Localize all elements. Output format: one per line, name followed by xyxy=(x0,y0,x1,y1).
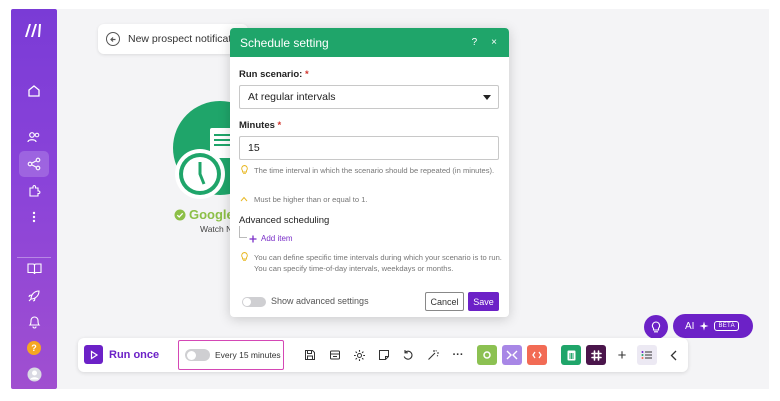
home-icon[interactable] xyxy=(19,78,49,104)
dialog-title: Schedule setting xyxy=(240,35,329,50)
dialog-footer: Show advanced settings Cancel Save xyxy=(230,290,509,317)
lightbulb-icon xyxy=(651,321,661,333)
magic-wand-icon[interactable] xyxy=(425,347,441,363)
gear-icon[interactable] xyxy=(351,347,367,363)
module-name: Google xyxy=(189,207,234,222)
favorites-list-icon[interactable] xyxy=(637,345,657,365)
make-logo-icon[interactable] xyxy=(19,17,49,43)
slack-icon[interactable] xyxy=(586,345,606,365)
chevron-left-icon[interactable] xyxy=(666,347,682,363)
schedule-toggle-group[interactable]: Every 15 minutes xyxy=(178,340,284,370)
scenario-settings-icon[interactable] xyxy=(327,347,343,363)
minutes-label: Minutes * xyxy=(239,120,282,131)
show-advanced-toggle[interactable] xyxy=(242,297,266,307)
avatar[interactable] xyxy=(19,361,49,387)
scenario-title[interactable]: New prospect notification xyxy=(128,33,245,45)
docs-book-icon[interactable] xyxy=(19,255,49,281)
tree-connector xyxy=(239,226,247,238)
lightbulb-icon xyxy=(240,165,248,177)
schedule-setting-dialog: Schedule setting ? × Run scenario: * At … xyxy=(230,28,509,317)
more-horizontal-icon[interactable]: ··· xyxy=(450,347,466,363)
module-label: Google xyxy=(174,207,234,222)
run-scenario-select[interactable]: At regular intervals xyxy=(239,85,499,109)
caret-down-icon xyxy=(483,95,491,100)
more-vertical-icon[interactable] xyxy=(19,204,49,230)
scenarios-icon[interactable] xyxy=(19,151,49,177)
close-icon[interactable]: × xyxy=(491,37,497,48)
bottom-toolbar: Run once Every 15 minutes ··· + xyxy=(78,338,688,372)
run-once-button[interactable]: Run once xyxy=(84,345,159,364)
check-circle-icon xyxy=(174,209,186,220)
run-scenario-label: Run scenario: * xyxy=(239,69,309,80)
tools-icon[interactable] xyxy=(477,345,497,365)
play-icon xyxy=(84,345,103,364)
apps-puzzle-icon[interactable] xyxy=(19,178,49,204)
sidebar: ? xyxy=(11,9,57,389)
plus-icon xyxy=(249,235,257,242)
sparkle-icon xyxy=(699,321,709,331)
interval-hint: The time interval in which the scenario … xyxy=(240,165,502,177)
warning-caret-icon xyxy=(240,194,248,205)
advanced-hint: You can define specific time intervals d… xyxy=(240,252,502,274)
save-disk-icon[interactable] xyxy=(302,347,318,363)
add-module-plus-icon[interactable]: + xyxy=(614,347,630,364)
add-item-button[interactable]: Add item xyxy=(239,226,293,243)
minutes-input[interactable]: 15 xyxy=(239,136,499,160)
ai-hints-button[interactable] xyxy=(644,315,668,339)
ai-assistant-button[interactable]: AI BETA xyxy=(673,314,753,338)
scheduling-toggle[interactable] xyxy=(185,349,210,361)
advanced-scheduling-title: Advanced scheduling xyxy=(239,215,330,226)
text-parser-icon[interactable] xyxy=(527,345,547,365)
team-icon[interactable] xyxy=(19,124,49,150)
breadcrumb: New prospect notification xyxy=(98,24,248,54)
help-question-icon[interactable]: ? xyxy=(472,37,478,48)
back-arrow-icon[interactable] xyxy=(106,32,120,46)
cancel-button[interactable]: Cancel xyxy=(425,292,464,311)
note-icon[interactable] xyxy=(376,347,392,363)
rocket-icon[interactable] xyxy=(19,283,49,309)
google-sheets-icon[interactable] xyxy=(561,345,581,365)
schedule-label[interactable]: Every 15 minutes xyxy=(215,350,281,360)
dialog-header: Schedule setting ? × xyxy=(230,28,509,57)
flow-control-icon[interactable] xyxy=(502,345,522,365)
bell-icon[interactable] xyxy=(19,309,49,335)
show-advanced-label: Show advanced settings xyxy=(271,296,369,306)
minimum-hint: Must be higher than or equal to 1. xyxy=(240,194,502,205)
app-frame: ? New prospect notification Google Watch xyxy=(0,0,780,401)
save-button[interactable]: Save xyxy=(468,292,499,311)
ai-label: AI xyxy=(685,320,695,332)
beta-badge: BETA xyxy=(714,321,739,331)
lightbulb-icon xyxy=(240,252,248,274)
help-icon[interactable]: ? xyxy=(19,335,49,361)
undo-icon[interactable] xyxy=(400,347,416,363)
module-subtitle: Watch N xyxy=(200,224,233,234)
